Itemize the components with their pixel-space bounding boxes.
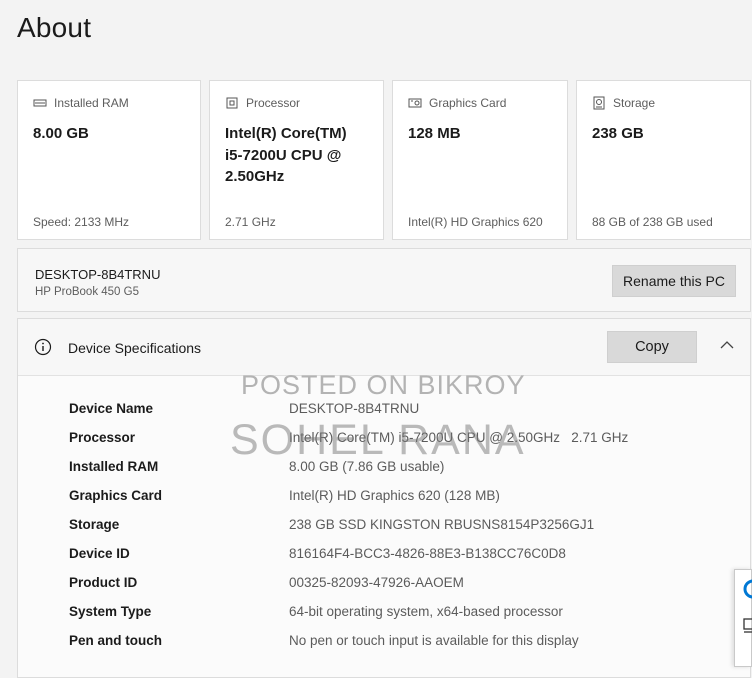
spec-row-pen-and-touch: Pen and touch No pen or touch input is a…: [18, 633, 750, 662]
card-footer: 2.71 GHz: [225, 215, 276, 229]
card-value-line: 8.00 GB: [33, 125, 89, 142]
card-value-line: 2.50GHz: [225, 168, 285, 185]
card-header: Graphics Card: [408, 96, 506, 110]
spec-value: 238 GB SSD KINGSTON RBUSNS8154P3256GJ1: [289, 517, 595, 532]
spec-row-device-name: Device Name DESKTOP-8B4TRNU: [18, 401, 750, 430]
card-value-line: Intel(R) Core(TM): [225, 125, 347, 142]
spec-label: Processor: [69, 430, 136, 445]
card-value: 8.00 GB: [33, 123, 89, 145]
card-header: Installed RAM: [33, 96, 129, 110]
card-footer: 88 GB of 238 GB used: [592, 215, 713, 229]
card-value: 128 MB: [408, 123, 461, 145]
spec-row-storage: Storage 238 GB SSD KINGSTON RBUSNS8154P3…: [18, 517, 750, 546]
spec-row-installed-ram: Installed RAM 8.00 GB (7.86 GB usable): [18, 459, 750, 488]
spec-row-processor: Processor Intel(R) Core(TM) i5-7200U CPU…: [18, 430, 750, 459]
spec-value: DESKTOP-8B4TRNU: [289, 401, 420, 416]
spec-row-graphics-card: Graphics Card Intel(R) HD Graphics 620 (…: [18, 488, 750, 517]
card-footer: Speed: 2133 MHz: [33, 215, 130, 229]
spec-label: Installed RAM: [69, 459, 159, 474]
card-value: 238 GB: [592, 123, 644, 145]
card-value-line: 128 MB: [408, 125, 461, 142]
spec-value: Intel(R) Core(TM) i5-7200U CPU @ 2.50GHz…: [289, 430, 629, 445]
card-label: Graphics Card: [429, 96, 507, 110]
device-specifications-panel: Device Specifications Copy Device Name D…: [17, 318, 751, 678]
spec-value: 00325-82093-47926-AAOEM: [289, 575, 464, 590]
spec-row-device-id: Device ID 816164F4-BCC3-4826-88E3-B138CC…: [18, 546, 750, 575]
edge-browser-icon[interactable]: [743, 578, 752, 600]
spec-value: 64-bit operating system, x64-based proce…: [289, 604, 563, 619]
storage-icon: [593, 96, 605, 110]
card-storage: Storage 238 GB 88 GB of 238 GB used: [576, 80, 751, 240]
copy-button[interactable]: Copy: [607, 331, 697, 363]
spec-label: Device Name: [69, 401, 154, 416]
spec-value: 816164F4-BCC3-4826-88E3-B138CC76C0D8: [289, 546, 566, 561]
card-header: Processor: [225, 96, 300, 110]
spec-value: No pen or touch input is available for t…: [289, 633, 579, 648]
card-processor: Processor Intel(R) Core(TM) i5-7200U CPU…: [209, 80, 384, 240]
side-taskbar-widget[interactable]: [734, 569, 752, 667]
card-value: Intel(R) Core(TM) i5-7200U CPU @ 2.50GHz: [225, 123, 347, 188]
computer-icon[interactable]: [743, 618, 752, 634]
pc-name: DESKTOP-8B4TRNU: [35, 267, 161, 282]
spec-label: Product ID: [69, 575, 138, 590]
spec-row-system-type: System Type 64-bit operating system, x64…: [18, 604, 750, 633]
chevron-up-icon[interactable]: [719, 339, 735, 351]
spec-value: Intel(R) HD Graphics 620 (128 MB): [289, 488, 500, 503]
page-title: About: [17, 12, 92, 43]
card-graphics-card: Graphics Card 128 MB Intel(R) HD Graphic…: [392, 80, 568, 240]
card-footer: Intel(R) HD Graphics 620: [408, 215, 543, 229]
spec-label: Storage: [69, 517, 120, 532]
card-label: Processor: [246, 96, 301, 110]
card-label: Storage: [613, 96, 656, 110]
card-header: Storage: [592, 96, 655, 110]
spec-label: System Type: [69, 604, 152, 619]
spec-label: Device ID: [69, 546, 130, 561]
spec-label: Graphics Card: [69, 488, 163, 503]
pc-name-panel: DESKTOP-8B4TRNU HP ProBook 450 G5 Rename…: [17, 248, 751, 312]
pc-model: HP ProBook 450 G5: [35, 286, 139, 298]
card-value-line: i5-7200U CPU @: [225, 146, 342, 164]
info-icon: [34, 338, 52, 356]
ram-icon: [33, 99, 47, 107]
device-specifications-header[interactable]: Device Specifications Copy: [18, 319, 750, 376]
card-installed-ram: Installed RAM 8.00 GB Speed: 2133 MHz: [17, 80, 201, 240]
graphics-card-icon: [408, 98, 422, 108]
card-label: Installed RAM: [54, 96, 129, 110]
spec-value: 8.00 GB (7.86 GB usable): [289, 459, 445, 474]
spec-label: Pen and touch: [69, 633, 163, 648]
card-value-line: 238 GB: [592, 125, 644, 142]
processor-icon: [226, 97, 238, 109]
rename-pc-button[interactable]: Rename this PC: [612, 265, 736, 297]
device-specifications-title: Device Specifications: [68, 340, 202, 356]
spec-row-product-id: Product ID 00325-82093-47926-AAOEM: [18, 575, 750, 604]
